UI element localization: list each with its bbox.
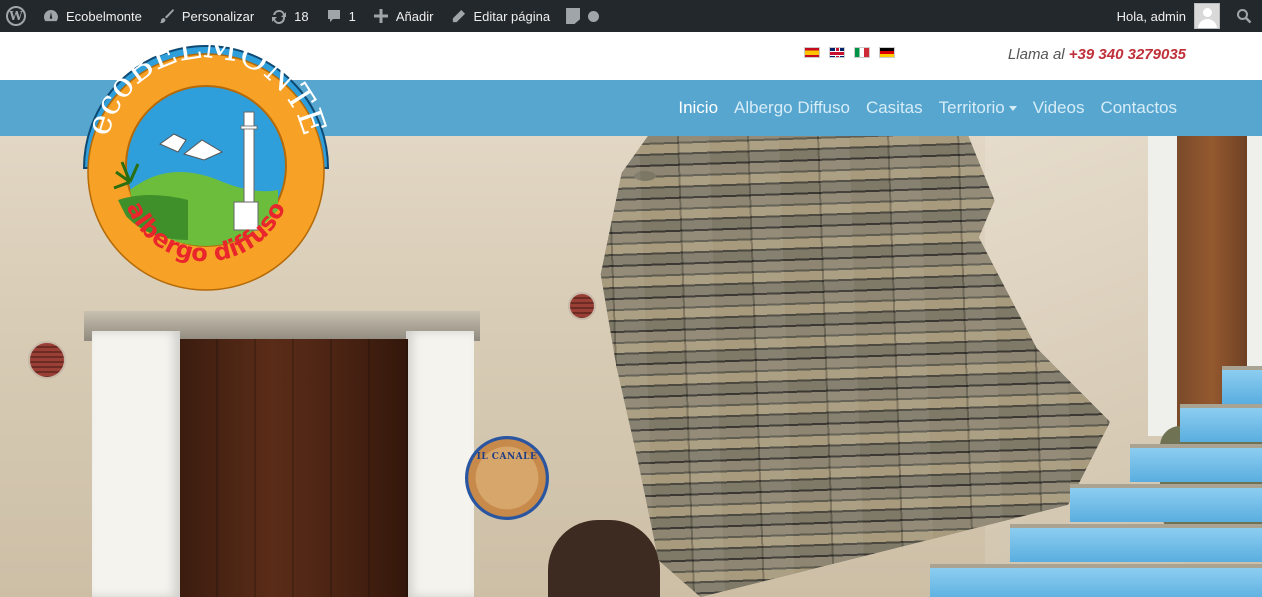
nav-item-casitas[interactable]: Casitas (858, 98, 931, 118)
comments-link[interactable]: 1 (317, 0, 364, 32)
edit-page-label: Editar página (473, 8, 551, 24)
stair-step (1010, 524, 1262, 562)
site-name-link[interactable]: Ecobelmonte (34, 0, 150, 32)
uk-flag-icon[interactable] (829, 47, 845, 58)
nav-item-contactos[interactable]: Contactos (1092, 98, 1185, 118)
hero-arch-opening (548, 520, 660, 597)
hero-vent-right (568, 292, 596, 320)
edit-page-link[interactable]: Editar página (441, 0, 558, 32)
hero-vent-left (28, 341, 66, 379)
phone-contact: Llama al +39 340 3279035 (1008, 46, 1186, 63)
main-menu: Inicio Albergo Diffuso Casitas Territori… (670, 80, 1185, 136)
brush-icon (158, 7, 176, 25)
refresh-icon (270, 7, 288, 25)
pencil-icon (449, 7, 467, 25)
add-new-link[interactable]: Añadir (364, 0, 442, 32)
dropdown-caret-icon (1008, 106, 1017, 112)
nav-item-inicio[interactable]: Inicio (670, 98, 726, 118)
nav-item-albergo-diffuso[interactable]: Albergo Diffuso (726, 98, 858, 118)
account-greeting: Hola, admin (1116, 8, 1186, 24)
stair-step (1070, 484, 1262, 522)
comments-count: 1 (348, 8, 356, 24)
search-icon (1236, 8, 1252, 24)
phone-number-link[interactable]: +39 340 3279035 (1069, 46, 1186, 63)
seo-status-dot (588, 10, 600, 22)
hero-door-jamb-left (92, 331, 180, 597)
italy-flag-icon[interactable] (854, 47, 870, 58)
hero-blue-stairs (920, 366, 1262, 597)
hero-wooden-door (180, 339, 408, 597)
site-name: Ecobelmonte (66, 8, 142, 24)
customize-label: Personalizar (181, 8, 255, 24)
site-logo[interactable]: ecoBELMONTE albergo diffuso (78, 26, 334, 296)
phone-prefix: Llama al (1007, 46, 1065, 63)
wordpress-menu[interactable]: W (0, 0, 34, 32)
updates-count: 18 (294, 8, 309, 24)
stair-step (930, 564, 1262, 597)
updates-link[interactable]: 18 (262, 0, 316, 32)
avatar (1194, 3, 1220, 29)
seo-menu[interactable] (558, 0, 607, 32)
stair-step (1222, 366, 1262, 404)
my-account-menu[interactable]: Hola, admin (1109, 0, 1224, 32)
language-switcher (804, 47, 895, 58)
spain-flag-icon[interactable] (804, 47, 820, 58)
wp-admin-bar: W Ecobelmonte Personalizar 18 1 Añadir E… (0, 0, 1262, 32)
hero-door-jamb-right (406, 331, 474, 597)
customize-link[interactable]: Personalizar (150, 0, 262, 32)
nav-item-territorio: Territorio (938, 98, 1005, 117)
comment-icon (325, 7, 343, 25)
germany-flag-icon[interactable] (879, 47, 895, 58)
add-new-label: Añadir (395, 8, 434, 24)
stair-step (1180, 404, 1262, 442)
hero-plaque-text: IL CANALE (476, 452, 538, 462)
yoast-seo-icon (566, 8, 581, 24)
wordpress-icon: W (6, 6, 26, 26)
plus-icon (372, 7, 390, 25)
stair-step (1130, 444, 1262, 482)
nav-item-videos[interactable]: Videos (1025, 98, 1093, 118)
nav-item-territorio-wrap[interactable]: Territorio (931, 98, 1025, 118)
hero-plaque: IL CANALE (465, 436, 549, 520)
search-button[interactable] (1224, 0, 1262, 32)
dashboard-icon (42, 7, 60, 25)
